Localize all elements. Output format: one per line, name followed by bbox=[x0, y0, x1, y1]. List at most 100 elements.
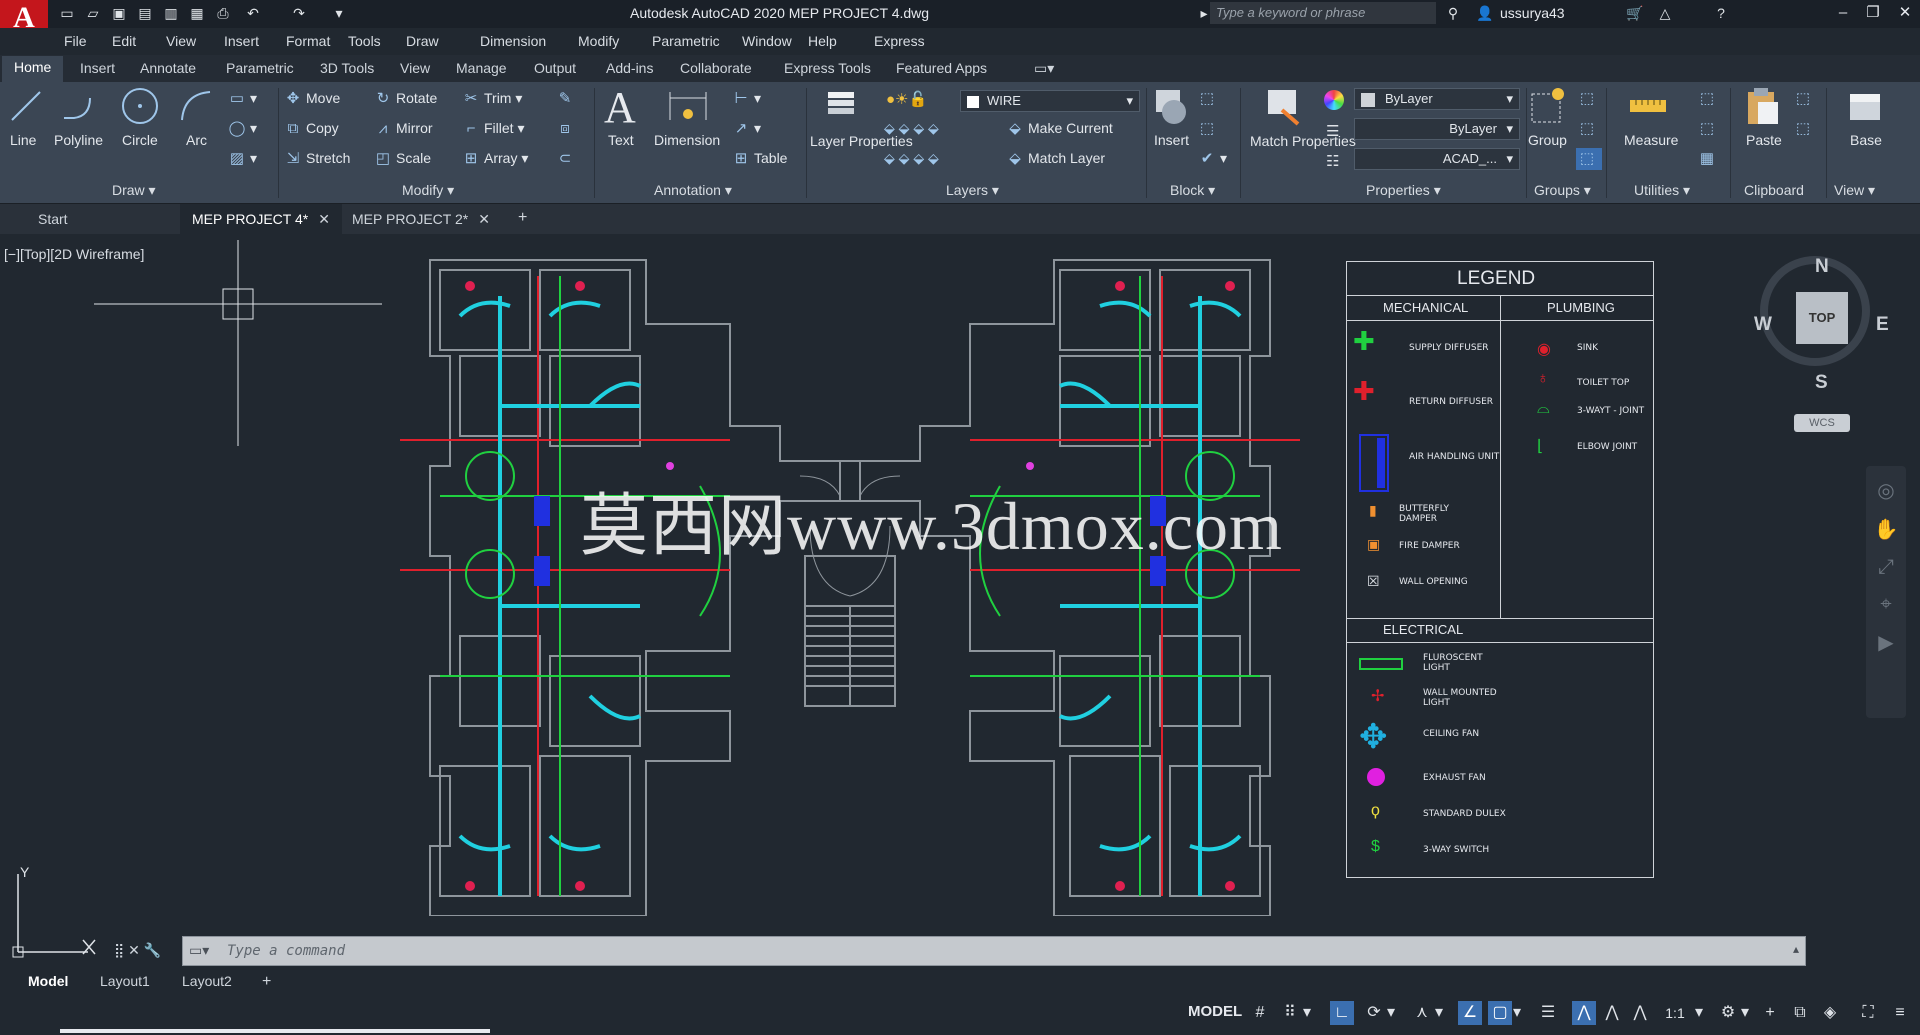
redo-icon[interactable]: ↷ bbox=[290, 4, 308, 22]
isolate-objects-icon[interactable]: ◈ bbox=[1818, 1001, 1842, 1025]
tab-insert[interactable]: Insert bbox=[80, 60, 115, 76]
tab-3d-tools[interactable]: 3D Tools bbox=[320, 60, 374, 76]
clean-screen-icon[interactable]: ⛶ bbox=[1856, 1001, 1880, 1025]
new-tab-button[interactable]: + bbox=[506, 204, 539, 234]
close-icon[interactable]: ✕ bbox=[478, 211, 490, 227]
object-snap-tracking-icon[interactable]: ∠ bbox=[1458, 1001, 1482, 1025]
rectangle-tool[interactable]: ▭ ▾ bbox=[228, 90, 257, 108]
menu-item-tools[interactable]: Tools bbox=[348, 33, 381, 49]
quick-select-button[interactable]: ⬚ bbox=[1698, 90, 1720, 108]
select-all-button[interactable]: ⬚ bbox=[1698, 120, 1720, 138]
group-edit-button[interactable]: ⬚ bbox=[1578, 120, 1600, 138]
lineweight-dropdown[interactable]: ByLayer ▾ bbox=[1354, 118, 1520, 140]
text-button[interactable]: Text bbox=[608, 132, 634, 148]
tab-home[interactable]: Home bbox=[2, 56, 64, 82]
cut-button[interactable]: ⬚ bbox=[1794, 90, 1816, 108]
measure-button[interactable]: Measure bbox=[1624, 132, 1678, 148]
save-web-icon[interactable]: ▦ bbox=[188, 4, 206, 22]
tab-parametric[interactable]: Parametric bbox=[226, 60, 294, 76]
ribbon-display-icon[interactable]: ▭▾ bbox=[1034, 60, 1054, 77]
compass-north[interactable]: N bbox=[1815, 256, 1829, 278]
binoculars-icon[interactable]: ⚲ bbox=[1444, 4, 1462, 22]
viewcube-top-face[interactable]: TOP bbox=[1796, 292, 1848, 344]
isometric-icon[interactable]: ⋏ bbox=[1410, 1001, 1434, 1025]
chevron-down-icon[interactable]: ▾ bbox=[1692, 1001, 1706, 1025]
tab-add-ins[interactable]: Add-ins bbox=[606, 60, 653, 76]
polar-tracking-icon[interactable]: ⟳ bbox=[1362, 1001, 1386, 1025]
customization-menu-icon[interactable]: ≡ bbox=[1888, 1001, 1912, 1025]
a360-icon[interactable]: △ bbox=[1656, 4, 1674, 22]
command-line-grip[interactable]: ⣿ ✕ 🔧 bbox=[114, 942, 161, 959]
compass-east[interactable]: E bbox=[1876, 314, 1889, 336]
menu-item-file[interactable]: File bbox=[64, 33, 87, 49]
chevron-down-icon[interactable]: ▾ bbox=[1300, 1001, 1314, 1025]
maximize-button[interactable]: ❐ bbox=[1862, 2, 1884, 24]
lineweight-toggle-icon[interactable]: ☰ bbox=[1536, 1001, 1560, 1025]
model-space-toggle[interactable]: MODEL bbox=[1188, 1003, 1242, 1020]
save-icon[interactable]: ▣ bbox=[110, 4, 128, 22]
tab-output[interactable]: Output bbox=[534, 60, 576, 76]
group-button[interactable]: Group bbox=[1528, 132, 1567, 148]
linear-dim-tool[interactable]: ⊢ ▾ bbox=[732, 90, 761, 108]
group-selection-button[interactable]: ⬚ bbox=[1576, 148, 1602, 171]
minimize-button[interactable]: – bbox=[1832, 2, 1854, 24]
make-current-button[interactable]: ⬙ Make Current bbox=[1006, 120, 1113, 138]
customize-qat-icon[interactable]: ▾ bbox=[330, 4, 348, 22]
chevron-down-icon[interactable]: ▾ bbox=[1738, 1001, 1752, 1025]
annotation-scale-icon[interactable]: ⋀ bbox=[1628, 1001, 1652, 1025]
menu-item-express[interactable]: Express bbox=[874, 33, 925, 49]
menu-item-insert[interactable]: Insert bbox=[224, 33, 259, 49]
base-button[interactable]: Base bbox=[1850, 132, 1882, 148]
edit-block-button[interactable]: ⬚ bbox=[1198, 120, 1220, 138]
tab-express-tools[interactable]: Express Tools bbox=[784, 60, 871, 76]
menu-item-draw[interactable]: Draw bbox=[406, 33, 439, 49]
chevron-down-icon[interactable]: ▾ bbox=[1432, 1001, 1446, 1025]
compass-west[interactable]: W bbox=[1754, 314, 1772, 336]
hatch-tool[interactable]: ◯ ▾ bbox=[228, 120, 257, 138]
tab-collaborate[interactable]: Collaborate bbox=[680, 60, 752, 76]
menu-item-edit[interactable]: Edit bbox=[112, 33, 136, 49]
block-panel-title[interactable]: Block ▾ bbox=[1170, 182, 1215, 199]
utilities-panel-title[interactable]: Utilities ▾ bbox=[1634, 182, 1690, 199]
add-layout-button[interactable]: + bbox=[262, 973, 271, 991]
annotation-panel-title[interactable]: Annotation ▾ bbox=[654, 182, 732, 199]
menu-item-parametric[interactable]: Parametric bbox=[652, 33, 720, 49]
scale-selector[interactable]: 1:1 bbox=[1660, 1001, 1690, 1025]
tab-featured-apps[interactable]: Featured Apps bbox=[896, 60, 987, 76]
layer-tools-row1[interactable]: ⬙ ⬙ ⬙ ⬙ bbox=[884, 120, 939, 137]
showmotion-icon[interactable]: ▶ bbox=[1866, 630, 1906, 655]
tab-view[interactable]: View bbox=[400, 60, 430, 76]
layer-dropdown[interactable]: WIRE ▾ bbox=[960, 90, 1140, 112]
region-tool[interactable]: ▨ ▾ bbox=[228, 150, 257, 168]
close-icon[interactable]: ✕ bbox=[318, 211, 330, 227]
polyline-button[interactable]: Polyline bbox=[54, 132, 103, 148]
match-properties-button[interactable]: Match Properties bbox=[1250, 132, 1356, 150]
ortho-icon[interactable]: ∟ bbox=[1330, 1001, 1354, 1025]
compass-south[interactable]: S bbox=[1815, 372, 1828, 394]
linetype-dropdown[interactable]: ACAD_... ▾ bbox=[1354, 148, 1520, 170]
properties-panel-title[interactable]: Properties ▾ bbox=[1366, 182, 1441, 199]
snap-icon[interactable]: ⠿ bbox=[1278, 1001, 1302, 1025]
command-history-icon[interactable]: ▭▾ bbox=[189, 942, 209, 959]
pan-icon[interactable]: ✋ bbox=[1866, 517, 1906, 542]
explode-button[interactable]: ⧈ bbox=[556, 120, 578, 138]
offset-button[interactable]: ⊂ bbox=[556, 150, 578, 168]
fillet-button[interactable]: ⌐ Fillet ▾ bbox=[462, 120, 525, 138]
command-input[interactable]: Type a command bbox=[227, 943, 345, 959]
open-web-icon[interactable]: ▥ bbox=[162, 4, 180, 22]
cart-icon[interactable]: 🛒 bbox=[1626, 4, 1644, 22]
menu-item-view[interactable]: View bbox=[166, 33, 196, 49]
modify-panel-title[interactable]: Modify ▾ bbox=[402, 182, 454, 199]
leader-tool[interactable]: ↗ ▾ bbox=[732, 120, 761, 138]
clipboard-panel-title[interactable]: Clipboard bbox=[1744, 182, 1804, 198]
color-dropdown[interactable]: ByLayer ▾ bbox=[1354, 88, 1520, 110]
workspace-gear-icon[interactable]: ⚙ bbox=[1716, 1001, 1740, 1025]
tab-mep-project-2[interactable]: MEP PROJECT 2* ✕ bbox=[340, 204, 502, 234]
tab-annotate[interactable]: Annotate bbox=[140, 60, 196, 76]
new-file-icon[interactable]: ▭ bbox=[58, 4, 76, 22]
zoom-extents-icon[interactable]: ⤢ bbox=[1866, 556, 1906, 579]
object-snap-icon[interactable]: ▢ bbox=[1488, 1001, 1512, 1025]
menu-item-help[interactable]: Help bbox=[808, 33, 837, 49]
calculator-button[interactable]: ▦ bbox=[1698, 150, 1720, 168]
tab-layout1[interactable]: Layout1 bbox=[100, 973, 150, 989]
